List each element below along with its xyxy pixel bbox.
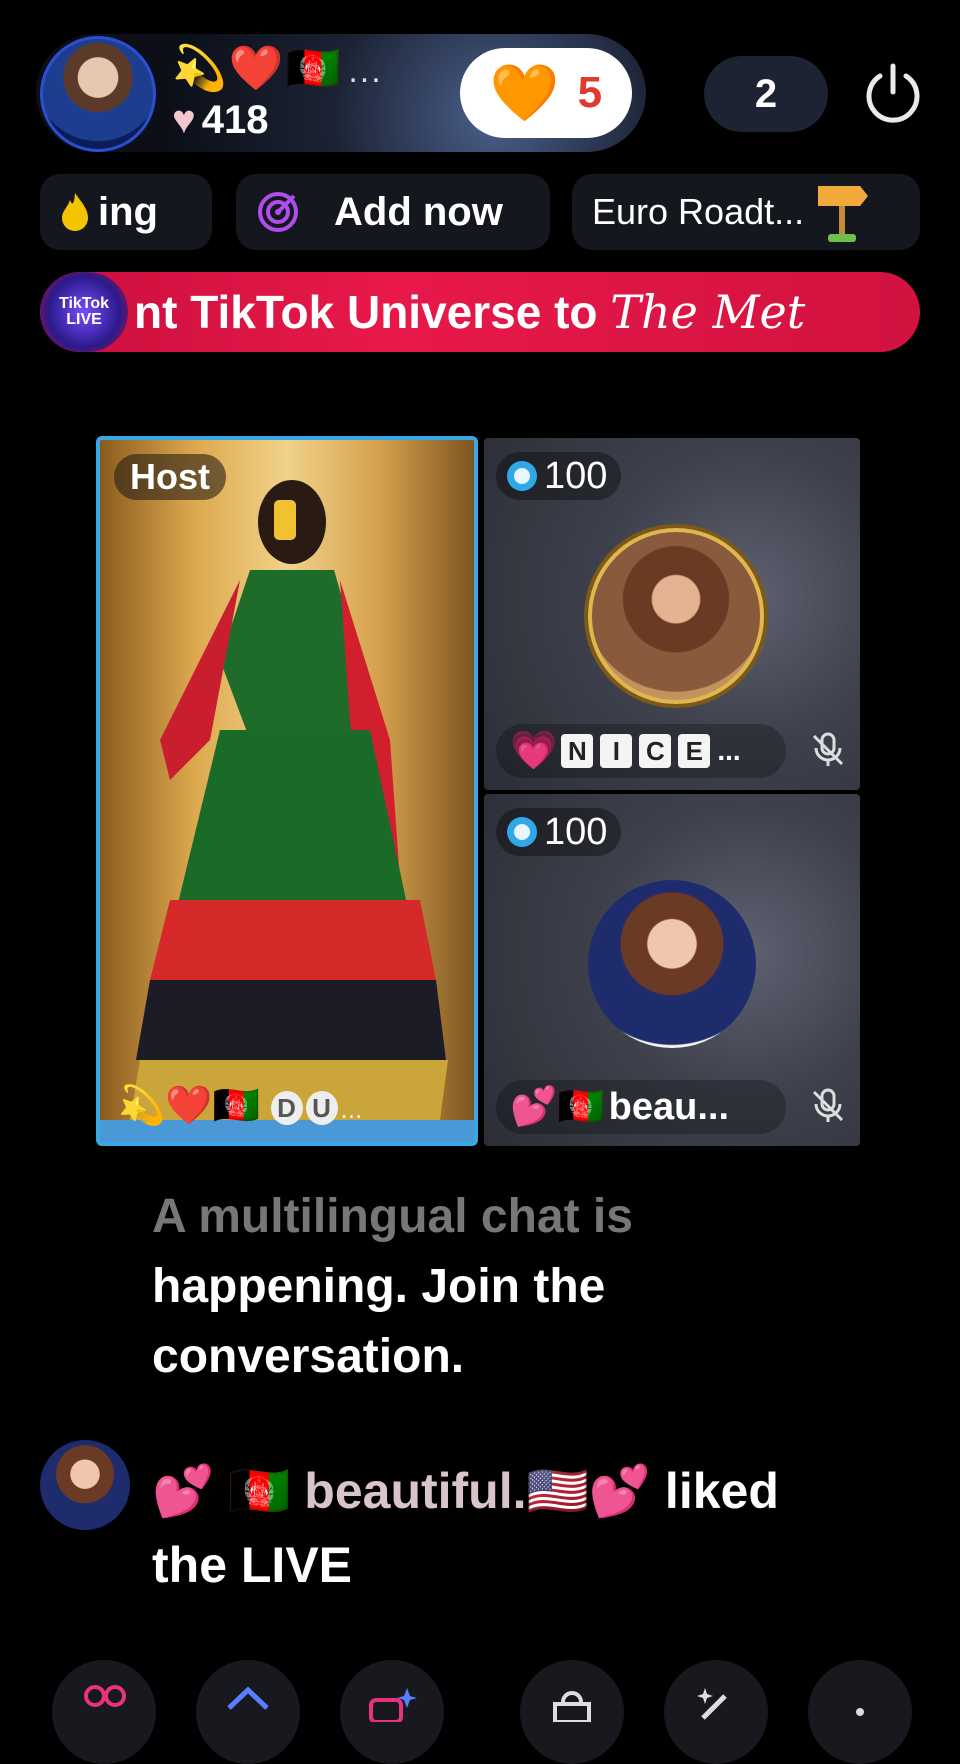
more-icon <box>856 1708 864 1716</box>
host-tag: Host <box>114 454 226 500</box>
chat-action-line2: the LIVE <box>152 1537 353 1593</box>
ranking-chip[interactable]: ing <box>40 174 212 250</box>
guests-button[interactable] <box>52 1660 156 1764</box>
chat-like-text: 💕 🇦🇫 beautiful.🇺🇸💕 liked the LIVE <box>152 1454 912 1602</box>
guest-name-more: ... <box>717 735 741 766</box>
banner-text-main: nt TikTok Universe to <box>134 286 611 338</box>
euro-roadtrip-chip[interactable]: Euro Roadt... <box>572 174 920 250</box>
shopping-bag-icon <box>553 1691 591 1722</box>
host-badges-more: ... <box>348 51 383 90</box>
gem-icon <box>507 817 537 847</box>
people-icon <box>84 1685 126 1707</box>
host-like-count: ♥ 418 <box>172 98 269 143</box>
guest-name-emoji: 💗 <box>510 730 558 772</box>
mic-muted-icon[interactable] <box>808 730 848 770</box>
viewer-count-button[interactable]: 2 <box>704 56 828 132</box>
host-likes-value: 418 <box>201 98 269 142</box>
guest-score: 100 <box>496 452 622 500</box>
gift-counter-button[interactable]: 🧡 5 <box>460 48 632 138</box>
heart-icon: ♥ <box>172 98 196 142</box>
add-now-label: Add now <box>334 189 503 234</box>
guest-score-value: 100 <box>544 454 608 497</box>
banner-text-script: The Met <box>610 285 806 339</box>
host-caption-emoji: 💫❤️🇦🇫 <box>118 1085 260 1127</box>
gift-count: 5 <box>577 68 603 117</box>
power-icon[interactable] <box>860 60 926 126</box>
mic-muted-icon[interactable] <box>808 1086 848 1126</box>
guest-score-value: 100 <box>544 810 608 853</box>
chat-username[interactable]: 💕 🇦🇫 beautiful.🇺🇸💕 <box>152 1463 651 1519</box>
chat-action: liked <box>651 1463 779 1519</box>
host-badges: 💫❤️🇦🇫... <box>172 42 383 94</box>
shop-button[interactable] <box>520 1660 624 1764</box>
host-video-tile[interactable]: Host 💫❤️🇦🇫 D U... <box>96 436 478 1146</box>
magic-button[interactable] <box>664 1660 768 1764</box>
host-caption-letter: D <box>270 1090 303 1125</box>
euro-roadtrip-label: Euro Roadt... <box>592 191 805 232</box>
banner-text: nt TikTok Universe to The Met <box>134 285 805 339</box>
orange-heart-icon: 🧡 <box>489 61 560 124</box>
guest-name-text: beau... <box>608 1085 730 1128</box>
system-message: A multilingual chat is happening. Join t… <box>152 1182 792 1392</box>
guest-avatar[interactable] <box>588 880 756 1048</box>
host-avatar[interactable] <box>40 36 156 152</box>
guest-tile[interactable]: 100 💗 N I C E... <box>484 438 860 790</box>
guest-name-letter: N <box>561 734 594 768</box>
flame-icon <box>62 193 88 231</box>
guest-name-letter: I <box>600 734 633 768</box>
more-button[interactable] <box>808 1660 912 1764</box>
guest-name-pill[interactable]: 💕🇦🇫 beau... <box>496 1080 786 1134</box>
system-message-line: happening. Join the <box>152 1260 606 1313</box>
enhance-button[interactable] <box>340 1660 444 1764</box>
guest-name-pill[interactable]: 💗 N I C E... <box>496 724 786 778</box>
guest-score: 100 <box>496 808 622 856</box>
promo-banner[interactable]: TikTok LIVE nt TikTok Universe to The Me… <box>40 272 920 352</box>
system-message-line: A multilingual chat is <box>152 1190 633 1243</box>
sparkle-camera-icon <box>369 1688 417 1722</box>
ranking-label: ing <box>98 189 158 234</box>
target-icon <box>258 192 298 232</box>
signpost-icon <box>818 186 869 242</box>
system-message-line: conversation. <box>152 1330 465 1383</box>
host-caption: 💫❤️🇦🇫 D U... <box>118 1084 362 1128</box>
gem-icon <box>507 461 537 491</box>
add-now-chip[interactable]: Add now <box>236 174 550 250</box>
guest-name-emoji: 💕🇦🇫 <box>510 1086 605 1128</box>
viewer-count: 2 <box>754 71 778 116</box>
guest-avatar[interactable] <box>588 528 764 704</box>
magic-wand-icon <box>697 1688 727 1720</box>
effects-button[interactable] <box>196 1660 300 1764</box>
guest-tile[interactable]: 100 💕🇦🇫 beau... <box>484 794 860 1146</box>
guest-name-letter: E <box>678 734 711 768</box>
host-video-frame <box>100 440 474 1142</box>
host-badge-emojis: 💫❤️🇦🇫 <box>172 44 343 93</box>
cube-icon <box>227 1686 269 1710</box>
chat-user-avatar[interactable] <box>40 1440 130 1530</box>
guest-name-letter: C <box>639 734 672 768</box>
tiktok-live-logo: TikTok LIVE <box>40 272 128 352</box>
host-caption-letter: U <box>305 1090 338 1125</box>
host-caption-more: ... <box>340 1094 363 1124</box>
